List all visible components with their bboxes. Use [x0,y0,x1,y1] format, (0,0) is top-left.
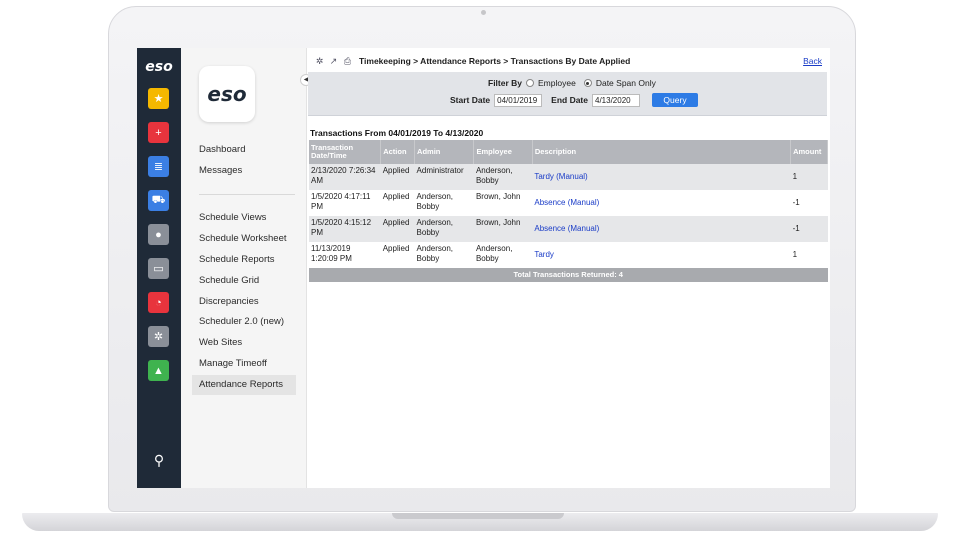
sidebar-item[interactable]: Messages [192,161,296,181]
table-cell: Brown, John [473,216,533,242]
sidebar-item[interactable]: Schedule Grid [192,271,296,291]
filter-panel: Filter By Employee Date Span Only Start … [308,72,827,116]
table-cell: Applied [380,190,415,216]
pie-chart-icon: ◔ [155,296,162,309]
total-label: Total Transactions Returned: 4 [309,268,828,282]
query-button[interactable]: Query [652,93,698,107]
description-link[interactable]: Tardy (Manual) [532,164,791,190]
main-content: ✲ ↗ ⎙ Timekeeping > Attendance Reports >… [308,48,830,488]
sidebar-divider [199,194,295,195]
webcam [481,10,486,15]
rail-button[interactable]: ★ [148,88,169,109]
table-cell: Applied [380,164,415,190]
table-cell: Anderson, Bobby [473,164,533,190]
rail-button[interactable]: ▲ [148,360,169,381]
sidebar-item[interactable]: Schedule Reports [192,250,296,270]
print-icon[interactable]: ⎙ [342,56,353,67]
table-header-row: Transaction Date/Time Action Admin Emplo… [309,140,828,164]
employee-radio[interactable] [526,79,535,87]
table-cell: Anderson, Bobby [414,190,474,216]
table-cell: Applied [380,242,415,268]
end-date-label: End Date [551,95,588,105]
sidebar-logo: eso [199,66,255,122]
gear-icon[interactable]: ✲ [314,56,325,67]
table-cell: Applied [380,216,415,242]
table-cell: Anderson, Bobby [414,242,474,268]
rail-button[interactable]: + [148,122,169,143]
medical-icon: + [155,126,162,139]
ambulance-icon: ⛟ [151,193,166,206]
column-header[interactable]: Action [380,140,416,164]
date-span-radio-label: Date Span Only [595,78,656,88]
external-link-icon[interactable]: ↗ [328,56,339,67]
star-icon: ★ [153,93,164,105]
rail-button[interactable]: ▭ [148,258,169,279]
back-link[interactable]: Back [803,56,822,66]
table-cell: 2/13/2020 7:26:34 AM [309,164,381,190]
table-cell: -1 [790,190,828,216]
table-cell: Administrator [414,164,474,190]
transactions-table: Transaction Date/Time Action Admin Emplo… [309,140,828,282]
date-span-radio[interactable] [583,79,592,87]
table-row[interactable]: 11/13/2019 1:20:09 PM Applied Anderson, Bo… [309,242,828,268]
icon-rail: eso ★ + ≣ ⛟ ● ▭ ◔ ✲ ▲ ⚲ [137,48,181,488]
report-title: Transactions From 04/01/2019 To 4/13/202… [310,128,484,138]
table-cell: 11/13/2019 1:20:09 PM [309,242,381,268]
sidebar-item[interactable]: Discrepancies [192,292,296,312]
table-cell: 1/5/2020 4:15:12 PM [309,216,381,242]
rail-button[interactable]: ≣ [148,156,169,177]
start-date-label: Start Date [450,95,491,105]
sidebar-item[interactable]: Attendance Reports [192,375,296,395]
column-header[interactable]: Description [532,140,792,164]
table-cell: 1 [790,242,828,268]
employee-radio-label: Employee [538,78,576,88]
table-cell: 1/5/2020 4:17:11 PM [309,190,381,216]
app-screen: eso ★ + ≣ ⛟ ● ▭ ◔ ✲ ▲ ⚲ eso Dashboard Messages Sch… [137,48,830,488]
rail-button[interactable]: ⛟ [148,190,169,211]
breadcrumb: Timekeeping > Attendance Reports > Trans… [359,56,631,66]
filter-by-label: Filter By [488,78,523,88]
table-cell: 1 [790,164,828,190]
rail-button[interactable]: ✲ [148,326,169,347]
rail-button[interactable]: ◔ [148,292,169,313]
table-cell: -1 [790,216,828,242]
rail-button[interactable]: ● [148,224,169,245]
sidebar-item[interactable]: Schedule Worksheet [192,229,296,249]
document-icon: ≣ [153,161,164,173]
table-row[interactable]: 1/5/2020 4:15:12 PM Applied Anderson, Bobb… [309,216,828,242]
end-date-field[interactable]: 4/13/2020 [592,93,640,107]
sidebar-item[interactable]: Web Sites [192,333,296,353]
sidebar: eso Dashboard Messages Schedule Views Sched… [181,48,307,488]
description-link[interactable]: Absence (Manual) [532,190,791,216]
total-row: Total Transactions Returned: 4 [309,268,828,282]
search-icon[interactable]: ⚲ [149,452,169,472]
table-cell: Anderson, Bobby [473,242,533,268]
table-row[interactable]: 1/5/2020 4:17:11 PM Applied Anderson, Bobb… [309,190,828,216]
description-link[interactable]: Tardy [532,242,791,268]
people-icon: ● [155,228,162,241]
table-cell: Brown, John [473,190,533,216]
column-header[interactable]: Amount [790,140,828,164]
table-row[interactable]: 2/13/2020 7:26:34 AM Applied Administrator… [309,164,828,190]
briefcase-icon: ▭ [153,263,164,275]
sidebar-item[interactable]: Scheduler 2.0 (new) [192,312,296,332]
column-header[interactable]: Transaction Date/Time [309,140,382,164]
table-cell: Anderson, Bobby [414,216,474,242]
laptop-notch [392,513,564,519]
column-header[interactable]: Employee [473,140,533,164]
column-header[interactable]: Admin [414,140,475,164]
settings-icon: ✲ [153,331,164,343]
sidebar-item[interactable]: Schedule Views [192,208,296,228]
rail-logo[interactable]: eso [137,59,181,75]
start-date-field[interactable]: 04/01/2019 [494,93,543,107]
description-link[interactable]: Absence (Manual) [532,216,791,242]
user-icon: ▲ [153,364,164,377]
toolbar: ✲ ↗ ⎙ Timekeeping > Attendance Reports >… [308,53,828,69]
sidebar-item[interactable]: Manage Timeoff [192,354,296,374]
sidebar-item[interactable]: Dashboard [192,140,296,160]
